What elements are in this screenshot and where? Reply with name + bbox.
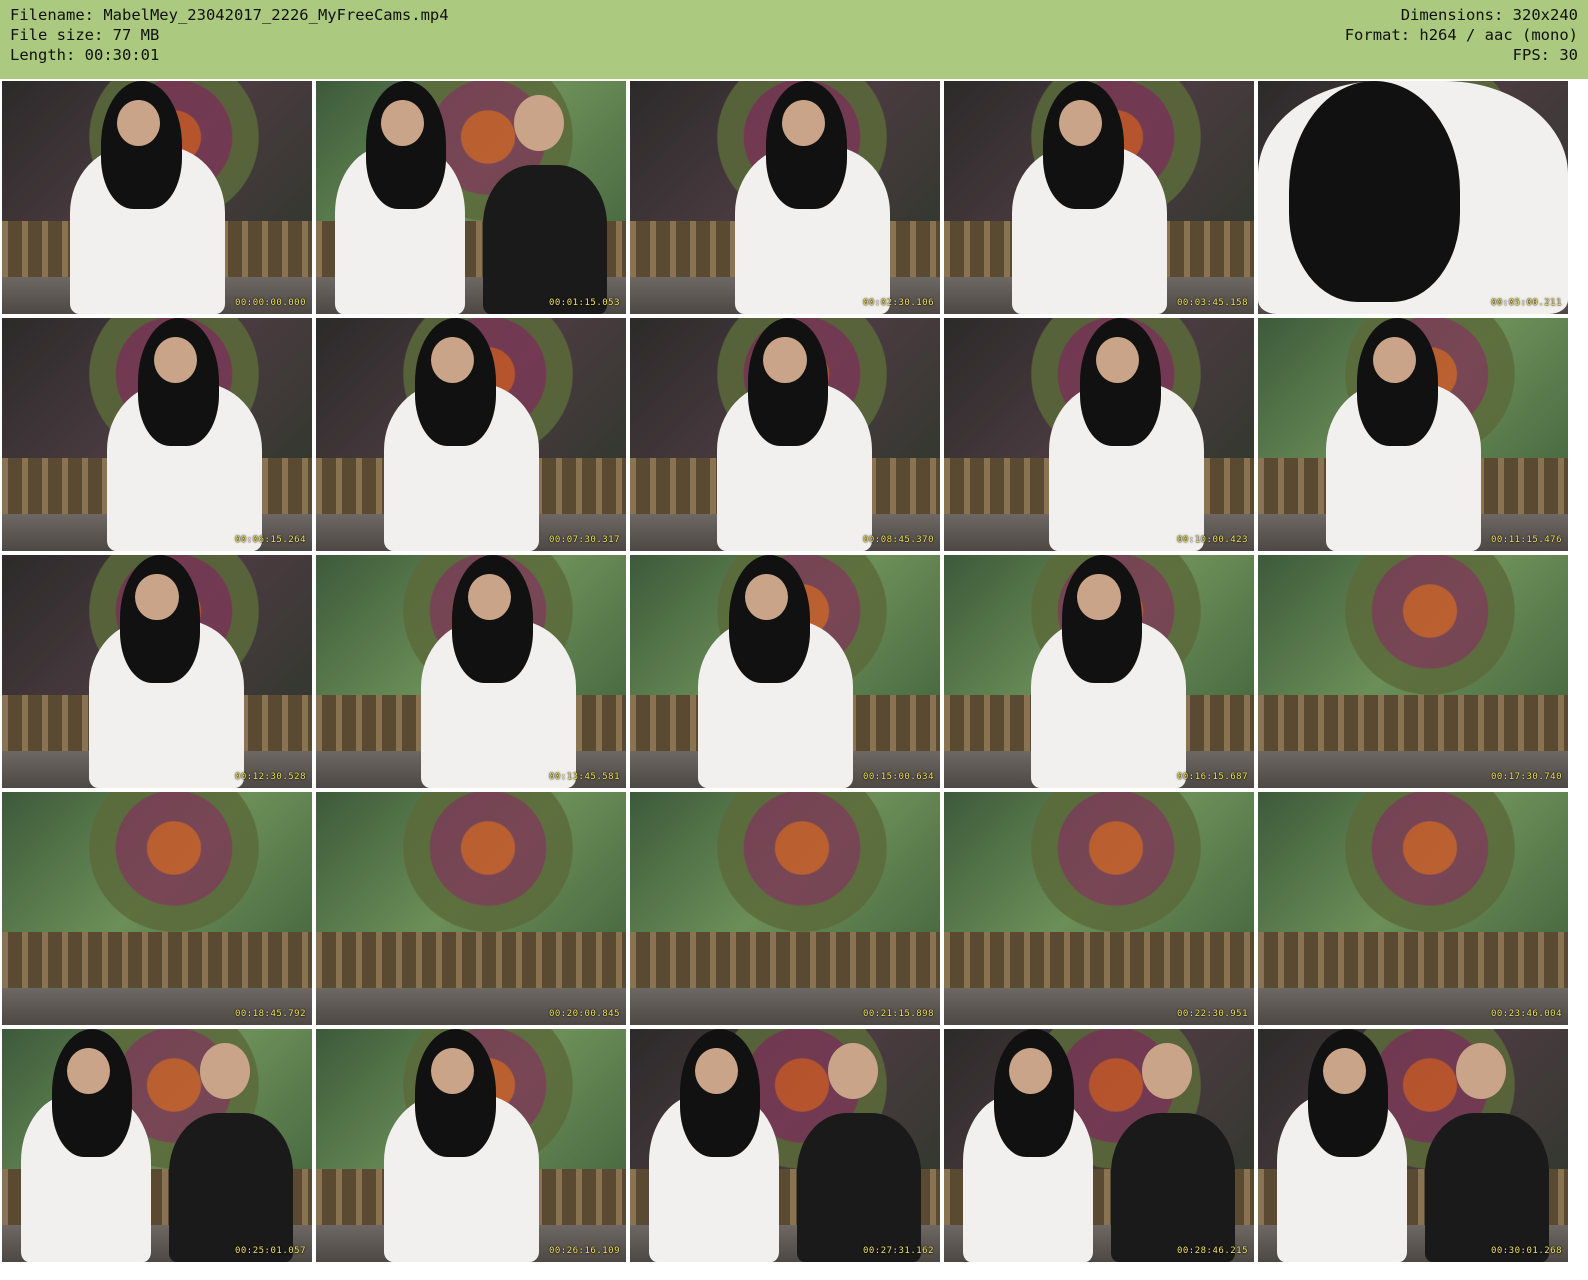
thumbnail-timestamp: 00:15:00.634 [862,772,934,782]
face [430,1047,475,1095]
graffiti-art [402,792,574,932]
video-thumbnail[interactable]: 00:30:01.268 [1258,1029,1568,1262]
face [781,99,826,147]
video-thumbnail[interactable]: 00:08:45.370 [630,318,940,551]
format-text: Format: h264 / aac (mono) [1344,26,1578,44]
thumbnail-timestamp: 00:26:16.109 [548,1246,620,1256]
video-thumbnail[interactable]: 00:13:45.581 [316,555,626,788]
video-thumbnail[interactable]: 00:07:30.317 [316,318,626,551]
thumbnail-timestamp: 00:21:15.898 [862,1009,934,1019]
video-thumbnail[interactable]: 00:23:46.004 [1258,792,1568,1025]
graffiti-art [716,792,888,932]
pillows [630,987,940,1025]
filesize-text: File size: 77 MB [10,26,160,44]
video-thumbnail[interactable]: 00:06:15.264 [2,318,312,551]
filename-text: Filename: MabelMey_23042017_2226_MyFreeC… [10,6,449,24]
thumbnail-timestamp: 00:25:01.057 [234,1246,306,1256]
thumbnail-grid: 00:00:00.000 00:01:15.053 00:02:30.106 00:0… [2,81,1586,1278]
thumbnail-timestamp: 00:17:30.740 [1490,772,1562,782]
video-thumbnail[interactable]: 00:18:45.792 [2,792,312,1025]
fps-text: FPS: 30 [1512,46,1578,64]
video-thumbnail[interactable]: 00:26:16.109 [316,1029,626,1262]
face [116,99,161,147]
face [1058,99,1103,147]
file-info: Filename: MabelMey_23042017_2226_MyFreeC… [10,5,449,65]
video-thumbnail[interactable]: 00:21:15.898 [630,792,940,1025]
video-thumbnail[interactable]: 00:00:00.000 [2,81,312,314]
pillows [2,987,312,1025]
face [467,573,512,621]
info-header: Filename: MabelMey_23042017_2226_MyFreeC… [0,0,1588,79]
thumbnail-timestamp: 00:02:30.106 [862,298,934,308]
thumbnail-timestamp: 00:27:31.162 [862,1246,934,1256]
video-thumbnail[interactable]: 00:10:00.423 [944,318,1254,551]
second-person-figure [797,1112,922,1262]
thumbnail-timestamp: 00:10:00.423 [1176,535,1248,545]
face [763,336,807,384]
video-thumbnail[interactable]: 00:17:30.740 [1258,555,1568,788]
face [153,336,198,384]
pillows [316,987,626,1025]
second-face [1142,1042,1192,1099]
thumbnail-timestamp: 00:05:00.211 [1490,298,1562,308]
thumbnail-timestamp: 00:18:45.792 [234,1009,306,1019]
video-thumbnail[interactable]: 00:28:46.215 [944,1029,1254,1262]
stream-info: Dimensions: 320x240 Format: h264 / aac (… [1345,5,1578,65]
thumbnail-timestamp: 00:20:00.845 [548,1009,620,1019]
video-thumbnail[interactable]: 00:22:30.951 [944,792,1254,1025]
video-thumbnail[interactable]: 00:27:31.162 [630,1029,940,1262]
pillows [944,987,1254,1025]
thumbnail-timestamp: 00:16:15.687 [1176,772,1248,782]
thumbnail-timestamp: 00:28:46.215 [1176,1246,1248,1256]
hair [1289,81,1460,303]
thumbnail-timestamp: 00:23:46.004 [1490,1009,1562,1019]
video-thumbnail[interactable]: 00:02:30.106 [630,81,940,314]
video-thumbnail[interactable]: 00:16:15.687 [944,555,1254,788]
thumbnail-timestamp: 00:00:00.000 [234,298,306,308]
face [744,573,789,621]
face [1077,573,1121,621]
thumbnail-timestamp: 00:01:15.053 [548,298,620,308]
second-face [200,1042,250,1099]
video-thumbnail[interactable]: 00:11:15.476 [1258,318,1568,551]
thumbnail-timestamp: 00:22:30.951 [1176,1009,1248,1019]
second-person-figure [169,1112,294,1262]
graffiti-art [88,792,260,932]
video-thumbnail[interactable]: 00:05:00.211 [1258,81,1568,314]
second-face [1456,1042,1506,1099]
face [1372,336,1417,384]
thumbnail-timestamp: 00:06:15.264 [234,535,306,545]
thumbnail-timestamp: 00:07:30.317 [548,535,620,545]
pillows [1258,987,1568,1025]
thumbnail-timestamp: 00:30:01.268 [1490,1246,1562,1256]
second-person-figure [1111,1112,1236,1262]
thumbnail-timestamp: 00:08:45.370 [862,535,934,545]
video-thumbnail[interactable]: 00:20:00.845 [316,792,626,1025]
video-thumbnail[interactable]: 00:12:30.528 [2,555,312,788]
second-face [514,94,564,151]
face [1095,336,1140,384]
dimensions-text: Dimensions: 320x240 [1400,6,1578,24]
video-thumbnail[interactable]: 00:01:15.053 [316,81,626,314]
video-thumbnail[interactable]: 00:15:00.634 [630,555,940,788]
length-text: Length: 00:30:01 [10,46,160,64]
second-person-figure [1425,1112,1550,1262]
face [135,573,179,621]
video-thumbnail[interactable]: 00:03:45.158 [944,81,1254,314]
second-face [828,1042,878,1099]
thumbnail-timestamp: 00:12:30.528 [234,772,306,782]
second-person-figure [483,164,608,314]
pillows [1258,750,1568,788]
graffiti-art [1030,792,1202,932]
thumbnail-timestamp: 00:11:15.476 [1490,535,1562,545]
thumbnail-timestamp: 00:03:45.158 [1176,298,1248,308]
graffiti-art [1344,792,1516,932]
thumbnail-timestamp: 00:13:45.581 [548,772,620,782]
face [430,336,475,384]
video-thumbnail[interactable]: 00:25:01.057 [2,1029,312,1262]
graffiti-art [1344,555,1516,695]
